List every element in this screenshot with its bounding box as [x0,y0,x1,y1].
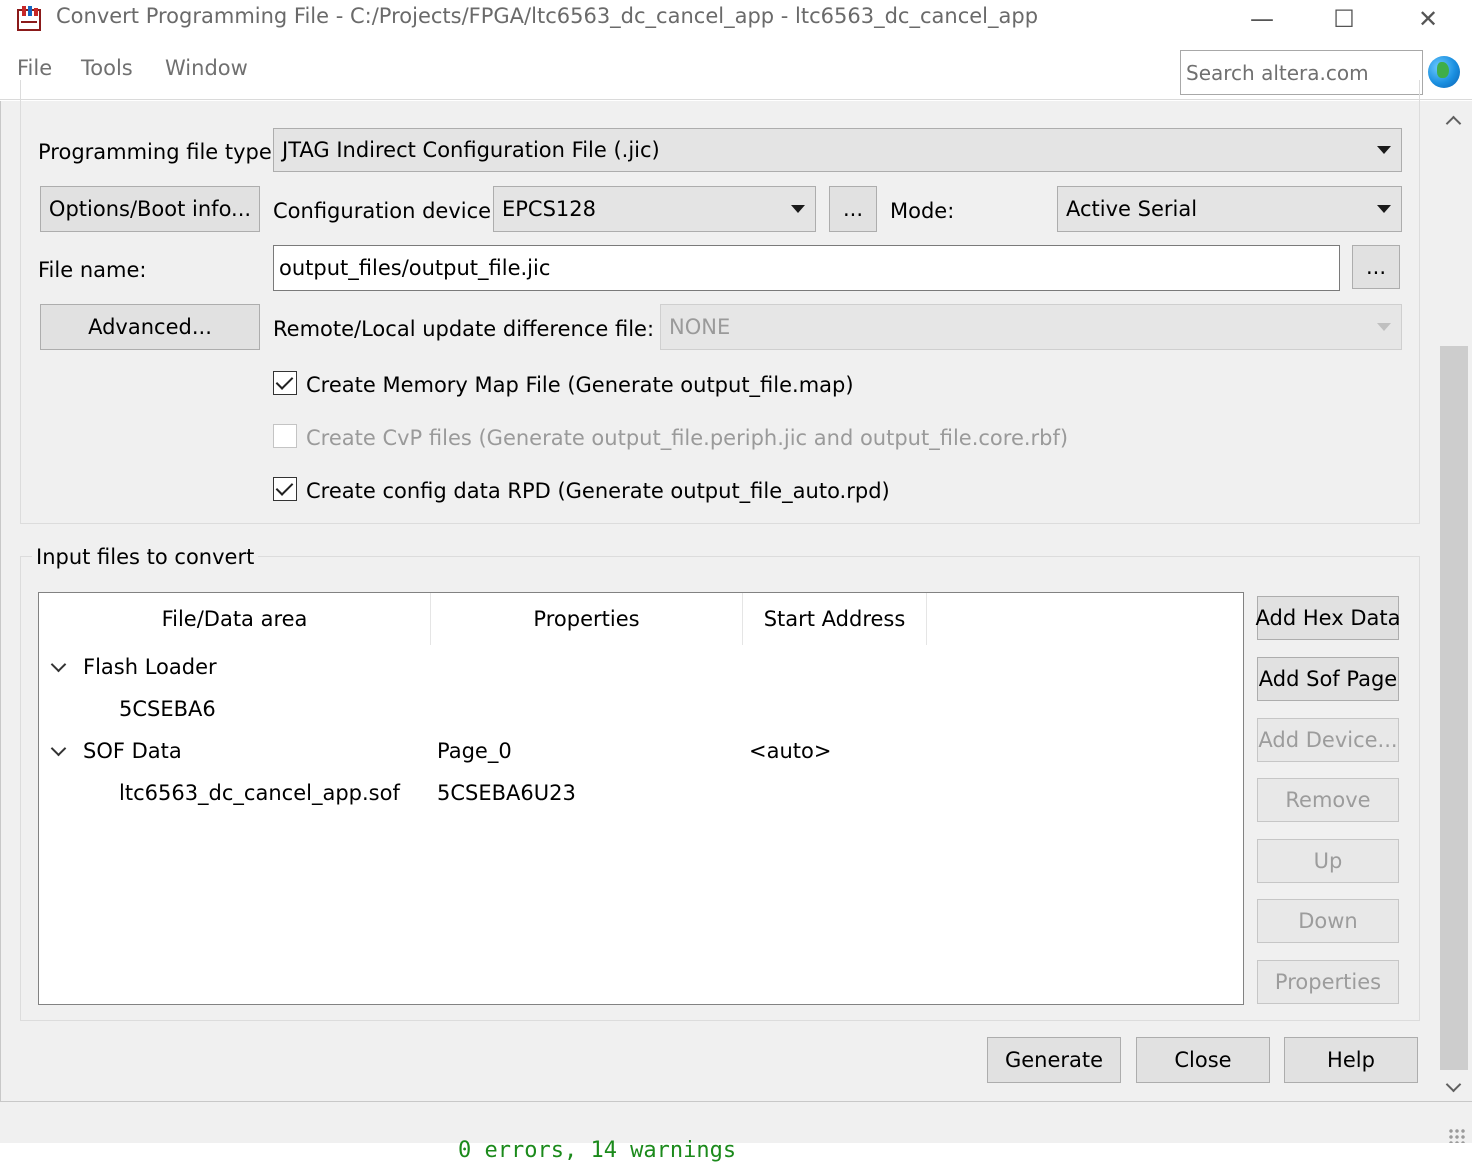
scrollbar-thumb[interactable] [1440,346,1468,1070]
status-bar [0,1101,1472,1143]
remove-button[interactable]: Remove [1257,778,1399,822]
config-rpd-label: Create config data RPD (Generate output_… [306,479,890,503]
menu-file[interactable]: File [17,56,52,80]
input-files-title: Input files to convert [32,545,259,569]
globe-icon[interactable] [1428,56,1460,88]
column-header-properties[interactable]: Properties [431,593,743,645]
minimize-button[interactable]: — [1222,0,1302,38]
tree-row-device[interactable]: 5CSEBA6 [119,697,216,721]
config-rpd-checkbox[interactable] [273,477,297,501]
tree-cell-properties: Page_0 [437,739,512,763]
maximize-button[interactable]: ☐ [1304,0,1384,38]
tree-cell-properties: 5CSEBA6U23 [437,781,576,805]
app-icon [17,6,41,31]
remote-update-select[interactable]: NONE [660,304,1402,350]
cvp-files-checkbox[interactable] [273,424,297,448]
input-files-tree[interactable]: File/Data area Properties Start Address … [38,592,1244,1005]
config-device-label: Configuration device: [273,199,499,223]
dropdown-arrow-icon [791,205,805,213]
close-window-button[interactable]: ✕ [1388,0,1468,38]
dropdown-arrow-icon [1377,146,1391,154]
menu-tools[interactable]: Tools [81,56,133,80]
file-type-select[interactable]: JTAG Indirect Configuration File (.jic) [273,128,1402,172]
browse-file-button[interactable]: ... [1352,245,1400,289]
column-header-start-address[interactable]: Start Address [743,593,927,645]
config-device-select[interactable]: EPCS128 [493,186,816,232]
up-button[interactable]: Up [1257,839,1399,883]
close-button[interactable]: Close [1136,1037,1270,1083]
tree-cell-start-address: <auto> [749,739,832,763]
cvp-files-label: Create CvP files (Generate output_file.p… [306,426,1069,450]
mode-label: Mode: [890,199,955,223]
add-sof-page-button[interactable]: Add Sof Page [1257,657,1399,701]
memory-map-label: Create Memory Map File (Generate output_… [306,373,854,397]
close-icon: ✕ [1417,5,1439,33]
tree-row-sof-data[interactable]: SOF Data [83,739,182,763]
browse-device-button[interactable]: ... [829,186,877,232]
remote-update-value: NONE [669,315,731,339]
file-type-label: Programming file type: [38,140,279,164]
scroll-down-icon[interactable] [1446,1080,1460,1094]
mode-value: Active Serial [1066,197,1198,221]
chevron-down-icon[interactable] [52,743,66,757]
scroll-up-icon[interactable] [1446,113,1460,127]
maximize-icon: ☐ [1333,5,1355,33]
advanced-button[interactable]: Advanced... [40,304,260,350]
mode-select[interactable]: Active Serial [1057,186,1402,232]
minimize-icon: — [1250,5,1274,33]
config-device-value: EPCS128 [502,197,597,221]
chevron-down-icon[interactable] [52,659,66,673]
file-type-value: JTAG Indirect Configuration File (.jic) [282,138,660,162]
remote-update-label: Remote/Local update difference file: [273,317,655,341]
menu-window[interactable]: Window [165,56,248,80]
window-title: Convert Programming File - C:/Projects/F… [56,4,1039,28]
options-boot-info-button[interactable]: Options/Boot info... [40,186,260,232]
dropdown-arrow-icon [1377,205,1391,213]
memory-map-checkbox[interactable] [273,371,297,395]
column-header-file[interactable]: File/Data area [39,593,431,645]
down-button[interactable]: Down [1257,899,1399,943]
console-message: 0 errors, 14 warnings [458,1138,737,1163]
file-name-label: File name: [38,258,147,282]
add-device-button[interactable]: Add Device... [1257,718,1399,762]
file-name-input[interactable]: output_files/output_file.jic [273,245,1340,291]
help-button[interactable]: Help [1284,1037,1418,1083]
dropdown-arrow-icon [1377,323,1391,331]
tree-row-sof-file[interactable]: ltc6563_dc_cancel_app.sof [119,781,400,805]
properties-button[interactable]: Properties [1257,960,1399,1004]
generate-button[interactable]: Generate [987,1037,1121,1083]
add-hex-data-button[interactable]: Add Hex Data [1256,596,1400,640]
tree-row-flash-loader[interactable]: Flash Loader [83,655,217,679]
